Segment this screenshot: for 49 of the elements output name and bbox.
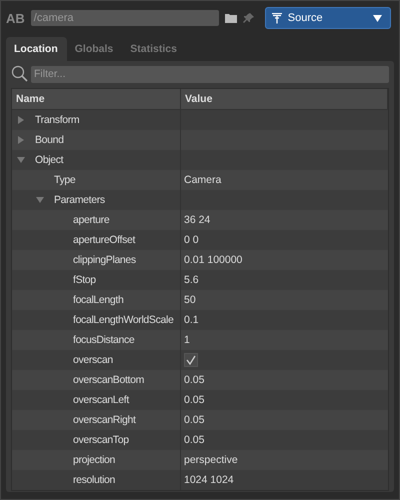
- app-logo: AB: [6, 10, 25, 26]
- property-value: 0.1: [184, 314, 199, 326]
- property-value: 0.05: [184, 414, 204, 426]
- property-name: focalLengthWorldScale: [73, 314, 174, 326]
- column-header[interactable]: Value: [181, 89, 388, 109]
- property-name: Bound: [35, 134, 64, 146]
- property-value: 0 0: [184, 234, 199, 246]
- property-value: 50: [184, 294, 196, 306]
- expanded-arrow-icon[interactable]: [17, 156, 25, 164]
- caret-icon: [372, 14, 382, 22]
- property-name: overscan: [73, 354, 113, 366]
- property-value: Camera: [184, 174, 222, 186]
- expanded-arrow-icon[interactable]: [36, 196, 44, 204]
- property-name: fStop: [73, 274, 96, 286]
- property-name: apertureOffset: [73, 234, 136, 246]
- collapsed-arrow-icon[interactable]: [17, 116, 25, 124]
- property-name: overscanBottom: [73, 374, 144, 386]
- property-value: 1024 1024: [184, 474, 234, 486]
- property-value: perspective: [184, 454, 238, 466]
- property-name: Type: [54, 174, 76, 186]
- property-name: Transform: [35, 114, 80, 126]
- collapsed-arrow-icon[interactable]: [17, 136, 25, 144]
- property-name: overscanTop: [73, 434, 129, 446]
- search-icon: [11, 65, 29, 83]
- property-value: 5.6: [184, 274, 199, 286]
- property-value: 0.01 100000: [184, 254, 242, 266]
- property-name: overscanRight: [73, 414, 136, 426]
- property-value: 1: [184, 334, 190, 346]
- folder-icon[interactable]: [224, 13, 237, 23]
- property-name: focusDistance: [73, 334, 134, 346]
- filter-field[interactable]: Filter...: [31, 66, 389, 82]
- property-value: 36 24: [184, 214, 210, 226]
- column-header[interactable]: Name: [12, 89, 181, 109]
- property-name: focalLength: [73, 294, 124, 306]
- source-icon: [272, 12, 282, 24]
- property-name: overscanLeft: [73, 394, 129, 406]
- property-name: clippingPlanes: [73, 254, 136, 266]
- property-name: Object: [35, 154, 64, 166]
- property-name: resolution: [73, 474, 116, 486]
- property-name: projection: [73, 454, 116, 466]
- property-value: 0.05: [184, 374, 204, 386]
- tab[interactable]: Location: [6, 37, 67, 61]
- checkbox[interactable]: [184, 353, 198, 367]
- property-value: 0.05: [184, 394, 204, 406]
- property-name: aperture: [73, 214, 110, 226]
- property-value: 0.05: [184, 434, 204, 446]
- property-name: Parameters: [54, 194, 105, 206]
- pin-icon[interactable]: [242, 12, 255, 24]
- mode-dropdown[interactable]: Source: [264, 7, 391, 29]
